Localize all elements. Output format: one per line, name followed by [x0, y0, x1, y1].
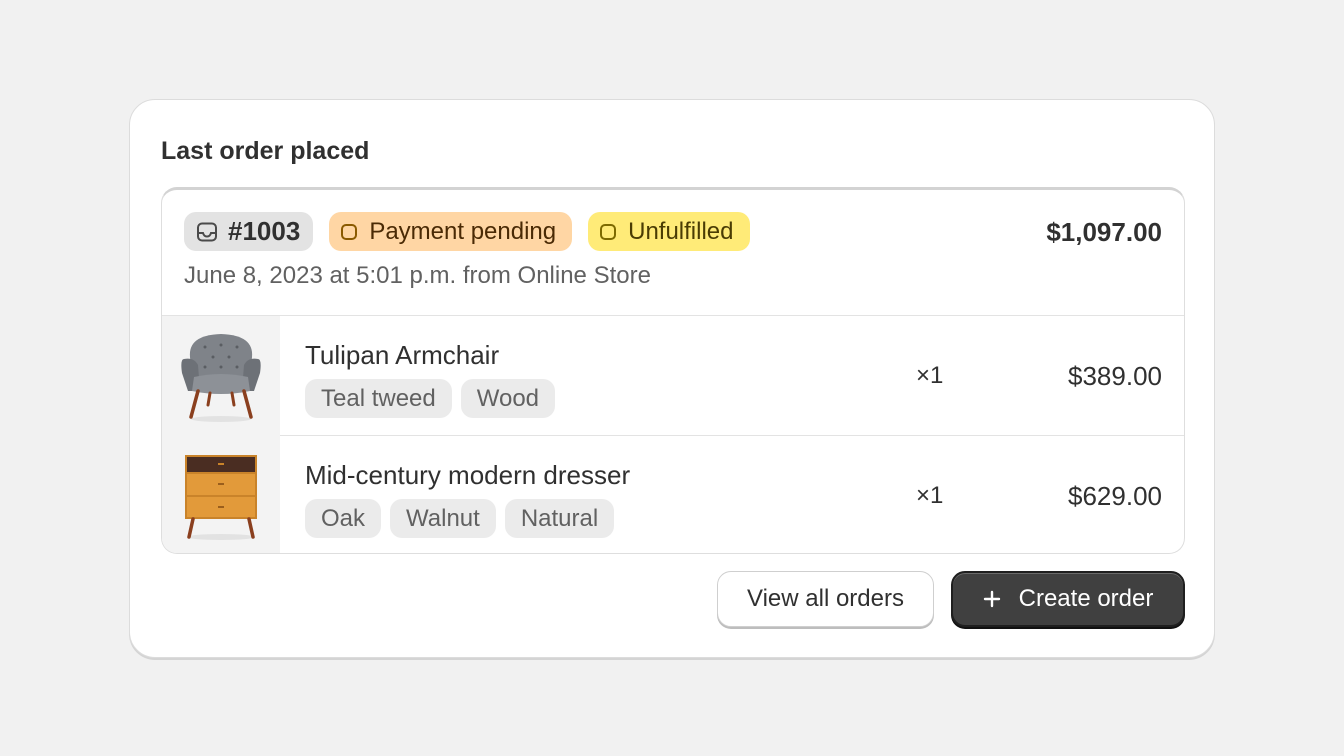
unfulfilled-dot-icon — [600, 223, 617, 240]
pending-dot-icon — [341, 223, 358, 240]
item-price: $629.00 — [1068, 481, 1162, 511]
order-summary[interactable]: #1003 Payment pending Unfulfilled $1,097… — [161, 187, 1185, 554]
dresser-image — [162, 436, 280, 553]
payment-status-badge: Payment pending — [329, 212, 573, 251]
payment-status: Payment pending — [369, 217, 557, 245]
last-order-card: Last order placed #1003 Payment pending — [129, 99, 1215, 658]
variant-tag: Teal tweed — [305, 379, 452, 418]
variant-tag: Natural — [504, 499, 615, 538]
order-badges: #1003 Payment pending Unfulfilled — [184, 212, 750, 251]
order-number-badge[interactable]: #1003 — [184, 212, 314, 251]
order-total: $1,097.00 — [1046, 217, 1162, 247]
dresser-icon — [185, 455, 257, 540]
inbox-icon — [197, 222, 217, 241]
item-quantity: ×1 — [916, 362, 944, 389]
item-price: $389.00 — [1068, 361, 1162, 391]
create-order-button[interactable]: Create order — [951, 571, 1185, 627]
fulfillment-status: Unfulfilled — [628, 217, 734, 245]
order-number: #1003 — [228, 216, 301, 246]
item-name[interactable]: Mid-century modern dresser — [305, 460, 630, 491]
variant-tag: Walnut — [390, 499, 496, 538]
line-item[interactable]: Tulipan Armchair Teal tweed Wood ×1 $389… — [162, 316, 1184, 436]
variant-tags: Teal tweed Wood — [305, 379, 556, 418]
item-name[interactable]: Tulipan Armchair — [305, 340, 499, 371]
item-quantity: ×1 — [916, 482, 944, 509]
line-item[interactable]: Mid-century modern dresser Oak Walnut Na… — [162, 436, 1184, 553]
order-header: #1003 Payment pending Unfulfilled $1,097… — [162, 190, 1184, 316]
view-all-orders-button[interactable]: View all orders — [717, 571, 934, 627]
variant-tags: Oak Walnut Natural — [305, 499, 615, 538]
variant-tag: Oak — [305, 499, 382, 538]
create-order-label: Create order — [1018, 585, 1154, 612]
armchair-image — [162, 316, 280, 436]
variant-tag: Wood — [460, 379, 556, 418]
plus-icon — [983, 590, 1000, 608]
armchair-icon — [181, 334, 261, 422]
card-title: Last order placed — [161, 137, 370, 165]
fulfillment-status-badge: Unfulfilled — [588, 212, 750, 251]
order-meta: June 8, 2023 at 5:01 p.m. from Online St… — [184, 262, 651, 289]
